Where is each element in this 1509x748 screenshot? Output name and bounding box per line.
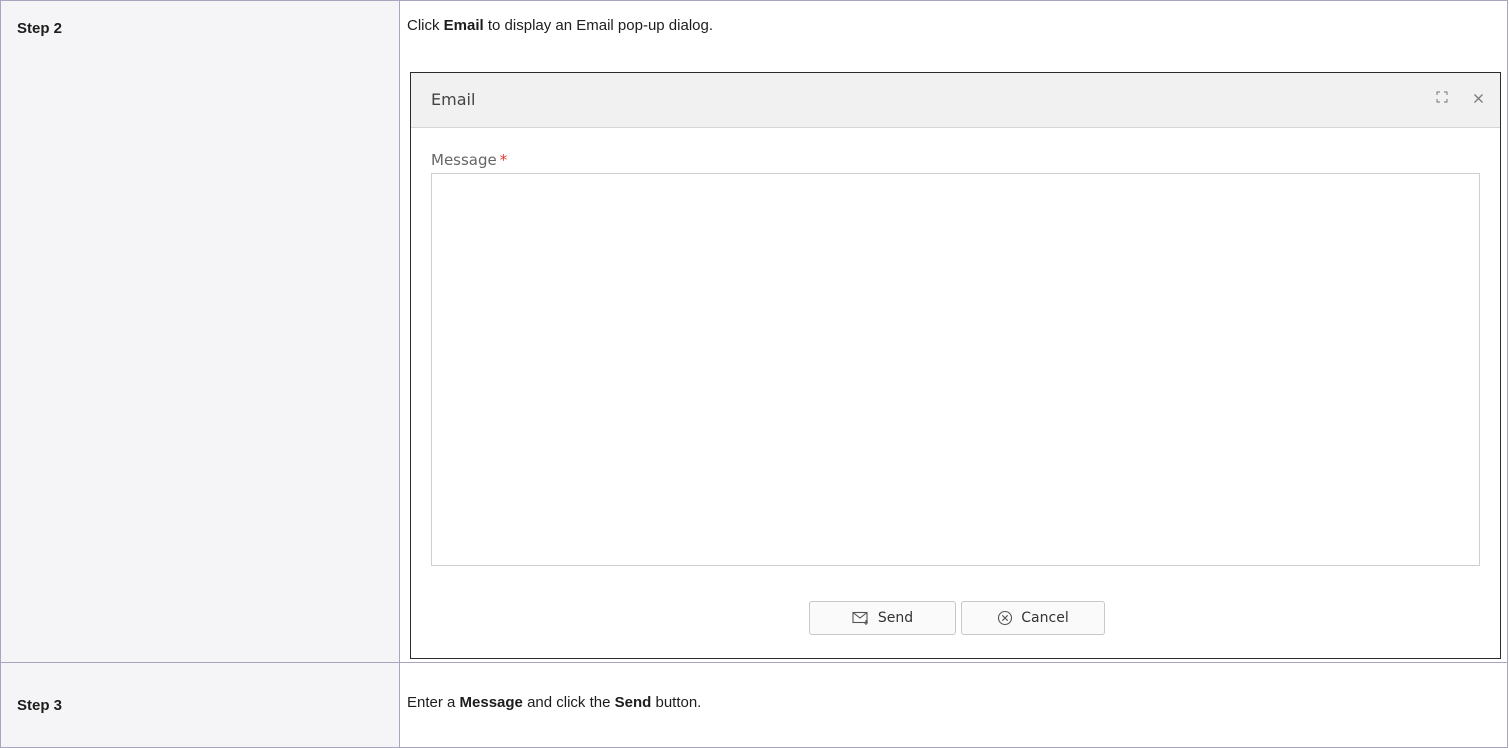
- dialog-header: Email: [411, 73, 1500, 128]
- emphasis-send: Send: [614, 694, 652, 711]
- send-button[interactable]: Send: [809, 601, 956, 635]
- step-cell: Step 3: [0, 662, 400, 748]
- cancel-button-label: Cancel: [1021, 610, 1069, 626]
- send-button-label: Send: [877, 610, 914, 626]
- email-dialog: Email Message * Send Cancel: [410, 72, 1501, 659]
- mail-send-icon: [852, 611, 870, 625]
- step-label: Step 2: [17, 20, 63, 37]
- table-row: Step 2 Click Email to display an Email p…: [0, 0, 1508, 663]
- cancel-button[interactable]: Cancel: [961, 601, 1105, 635]
- maximize-icon[interactable]: [1436, 91, 1448, 108]
- message-label: Message *: [431, 151, 508, 169]
- instruction-table: Step 2 Click Email to display an Email p…: [0, 0, 1508, 748]
- description-cell: Enter a Message and click the Send butto…: [399, 662, 1508, 748]
- step-cell: Step 2: [0, 0, 400, 663]
- table-row: Step 3 Enter a Message and click the Sen…: [0, 662, 1508, 748]
- emphasis-message: Message: [459, 694, 523, 711]
- required-indicator: *: [499, 151, 508, 169]
- close-icon[interactable]: [1473, 91, 1484, 107]
- step-description: Enter a Message and click the Send butto…: [407, 694, 702, 711]
- step-description: Click Email to display an Email pop-up d…: [407, 17, 714, 34]
- message-textarea[interactable]: [431, 173, 1480, 566]
- circle-x-icon: [997, 610, 1013, 626]
- dialog-title: Email: [431, 90, 476, 109]
- description-cell: Click Email to display an Email pop-up d…: [399, 0, 1508, 663]
- emphasis-email: Email: [443, 17, 484, 34]
- step-label: Step 3: [17, 697, 63, 714]
